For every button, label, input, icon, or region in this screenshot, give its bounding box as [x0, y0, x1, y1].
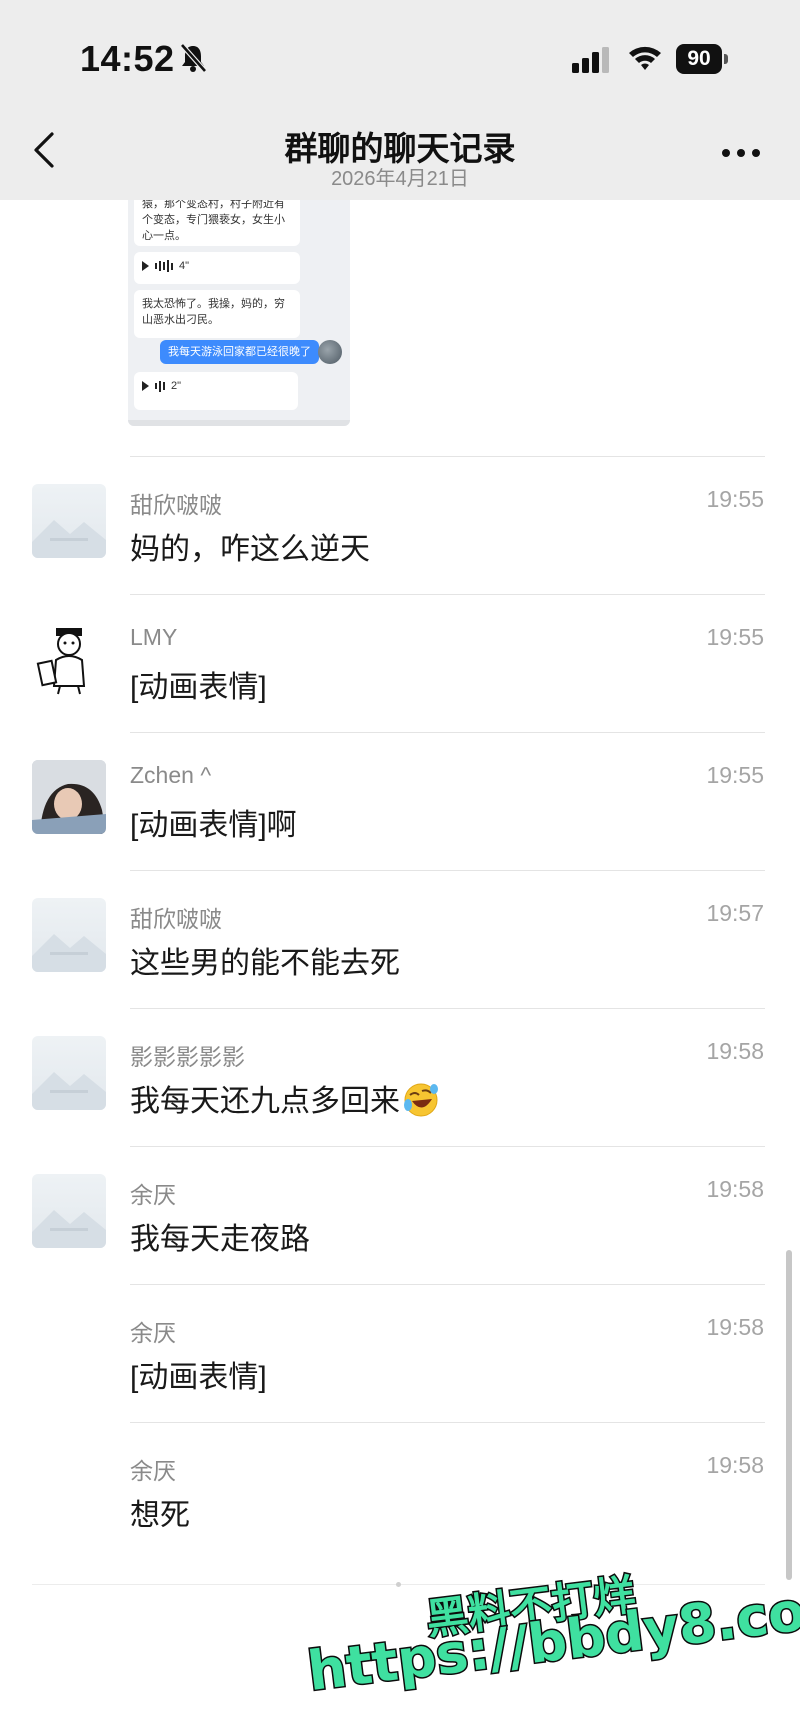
divider	[130, 1008, 765, 1009]
message-time: 19:58	[706, 1038, 764, 1064]
message-time: 19:55	[706, 624, 764, 650]
list-end-dot	[396, 1582, 401, 1587]
message-time: 19:58	[706, 1314, 764, 1340]
message-row[interactable]: 甜欣啵啵 19:55 妈的，咋这么逆天	[0, 458, 800, 596]
message-text: [动画表情]	[130, 671, 267, 704]
bell-slash-icon	[180, 43, 207, 73]
message-row[interactable]: 影影影影影 19:58 我每天还九点多回来	[0, 1010, 800, 1148]
divider	[130, 870, 765, 871]
message-row[interactable]: 余厌 19:58 想死	[0, 1424, 800, 1562]
nav-header: 14:52 90 群聊的聊天记录 2026年4月21日	[0, 0, 800, 200]
avatar[interactable]	[32, 760, 106, 834]
message-sender: 余厌	[130, 1320, 176, 1346]
chat-history-screen: 14:52 90 群聊的聊天记录 2026年4月21日 猿，那个变态村，村子附近…	[0, 0, 800, 1735]
play-icon	[142, 261, 149, 271]
divider	[130, 594, 765, 595]
cartoon-man-avatar-icon	[36, 628, 86, 695]
status-time: 14:52	[80, 38, 175, 79]
avatar-placeholder[interactable]	[32, 1174, 106, 1248]
divider	[130, 1146, 765, 1147]
message-text: [动画表情]	[130, 1361, 267, 1394]
photo-avatar-icon	[32, 760, 106, 834]
message-sender: Zchen ^	[130, 762, 212, 788]
message-time: 19:58	[706, 1176, 764, 1202]
image-placeholder-icon	[32, 1210, 106, 1248]
avatar-placeholder[interactable]	[32, 1036, 106, 1110]
message-time: 19:55	[706, 762, 764, 788]
signal-icon	[572, 47, 609, 73]
scrollbar[interactable]	[786, 1250, 792, 1580]
voice-duration: 2"	[171, 380, 182, 392]
divider	[130, 456, 765, 457]
screenshot-voice-2: 2"	[134, 372, 298, 410]
avatar-placeholder[interactable]	[32, 898, 106, 972]
rolling-on-floor-laughing-emoji-icon	[404, 1083, 438, 1117]
battery-indicator: 90	[676, 44, 728, 74]
image-placeholder-icon	[32, 1072, 106, 1110]
battery-tip	[724, 54, 728, 64]
message-sender: 余厌	[130, 1458, 176, 1484]
more-options-icon[interactable]	[720, 147, 762, 159]
message-text: [动画表情]啊	[130, 809, 297, 842]
divider	[130, 1284, 765, 1285]
message-row[interactable]: Zchen ^ 19:55 [动画表情]啊	[0, 734, 800, 872]
message-sender: 甜欣啵啵	[130, 492, 222, 518]
page-subtitle-date: 2026年4月21日	[331, 168, 469, 190]
message-row[interactable]: 余厌 19:58 我每天走夜路	[0, 1148, 800, 1286]
message-text: 想死	[130, 1499, 190, 1532]
avatar[interactable]	[32, 622, 106, 696]
voice-duration: 4"	[179, 260, 190, 272]
message-row[interactable]: LMY 19:55 [动画表情]	[0, 596, 800, 734]
divider	[130, 732, 765, 733]
message-sender: LMY	[130, 624, 178, 650]
play-icon	[142, 381, 149, 391]
message-text: 我每天走夜路	[130, 1223, 310, 1256]
message-row[interactable]: 余厌 19:58 [动画表情]	[0, 1286, 800, 1424]
screenshot-avatar	[318, 340, 342, 364]
divider	[130, 1422, 765, 1423]
image-placeholder-icon	[32, 520, 106, 558]
forwarded-screenshot[interactable]: 猿，那个变态村，村子附近有个变态，专门猥亵女，女生小心一点。 4" 我太恐怖了。…	[128, 190, 350, 426]
message-text: 妈的，咋这么逆天	[130, 533, 370, 566]
message-time: 19:55	[706, 486, 764, 512]
screenshot-blue-bubble: 我每天游泳回家都已经很晚了	[160, 340, 319, 364]
screenshot-voice-1: 4"	[134, 252, 300, 284]
message-sender: 余厌	[130, 1182, 176, 1208]
image-placeholder-icon	[32, 934, 106, 972]
message-text: 这些男的能不能去死	[130, 947, 400, 980]
battery-level: 90	[676, 44, 722, 74]
avatar-placeholder[interactable]	[32, 484, 106, 558]
message-sender: 甜欣啵啵	[130, 906, 222, 932]
message-text-content: 我每天还九点多回来	[130, 1085, 400, 1118]
screenshot-bottom-bar	[128, 420, 350, 426]
wifi-icon	[629, 46, 661, 70]
message-text: 我每天还九点多回来	[130, 1076, 440, 1120]
message-row[interactable]: 甜欣啵啵 19:57 这些男的能不能去死	[0, 872, 800, 1010]
voice-wave-icon	[155, 380, 165, 392]
screenshot-bubble-2: 我太恐怖了。我操，妈的，穷山恶水出刁民。	[134, 290, 300, 338]
voice-wave-icon	[155, 260, 173, 272]
message-time: 19:57	[706, 900, 764, 926]
message-time: 19:58	[706, 1452, 764, 1478]
message-sender: 影影影影影	[130, 1044, 245, 1070]
